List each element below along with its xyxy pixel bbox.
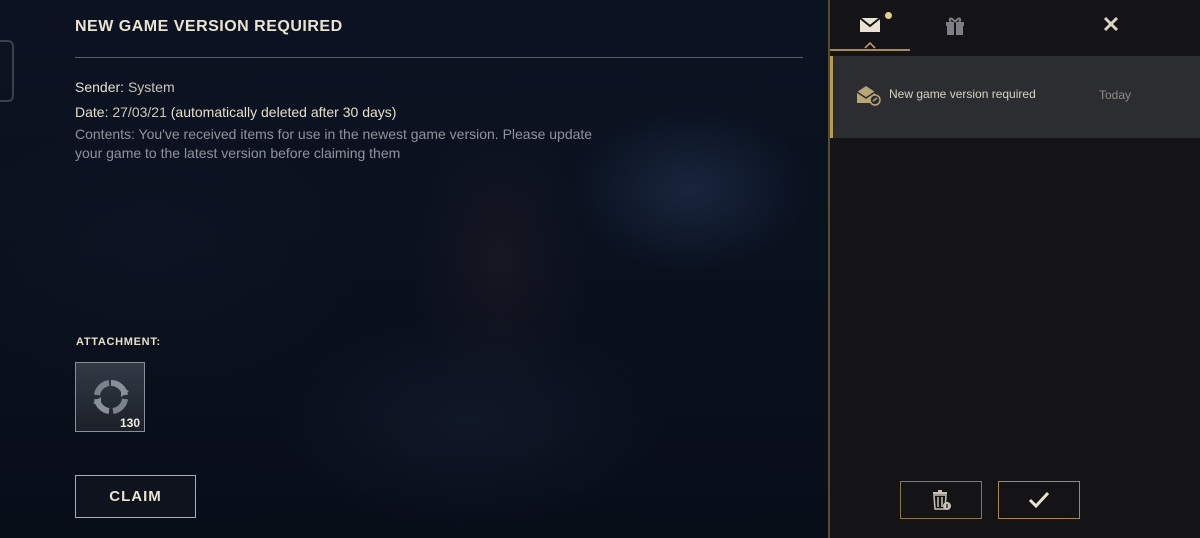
confirm-button[interactable] — [998, 481, 1080, 519]
active-tab-indicator-icon — [864, 41, 876, 49]
mail-detail-panel: NEW GAME VERSION REQUIRED Sender: System… — [0, 0, 830, 538]
sender-label: Sender: — [75, 79, 125, 95]
attachment-label: ATTACHMENT: — [76, 336, 161, 348]
mail-title: NEW GAME VERSION REQUIRED — [75, 18, 343, 35]
tab-gifts[interactable] — [915, 0, 995, 51]
close-icon[interactable] — [1098, 11, 1124, 37]
mail-contents: Contents: You've received items for use … — [75, 126, 593, 161]
claim-button[interactable]: CLAIM — [75, 475, 196, 518]
mail-list-item[interactable]: New game version required Today — [830, 56, 1200, 138]
tab-mail[interactable] — [830, 0, 910, 51]
auto-delete-note: (automatically deleted after 30 days) — [170, 104, 397, 120]
sender-line: Sender: System — [75, 79, 175, 95]
mail-icon — [859, 17, 881, 32]
checkmark-icon — [1028, 491, 1050, 509]
date-line: Date: 27/03/21 (automatically deleted af… — [75, 104, 396, 120]
attachment-item[interactable]: 130 — [75, 362, 145, 432]
title-divider — [75, 57, 803, 58]
mail-list: New game version required Today — [830, 56, 1200, 138]
delete-button[interactable] — [900, 481, 982, 519]
mail-subject: New game version required — [889, 87, 1036, 101]
opened-mail-icon — [856, 86, 881, 106]
refresh-icon — [93, 379, 129, 414]
notification-dot — [885, 12, 892, 19]
trash-icon — [933, 490, 951, 510]
sender-value: System — [127, 79, 175, 95]
date-label: Date: — [75, 104, 109, 120]
side-drawer-handle[interactable] — [0, 40, 14, 102]
date-value: 27/03/21 — [112, 104, 167, 120]
attachment-count: 130 — [119, 416, 140, 430]
gift-icon — [946, 17, 964, 35]
mailbox-tab-bar — [830, 0, 1200, 51]
mailbox-panel: New game version required Today — [828, 0, 1200, 538]
mail-date: Today — [1099, 88, 1132, 102]
